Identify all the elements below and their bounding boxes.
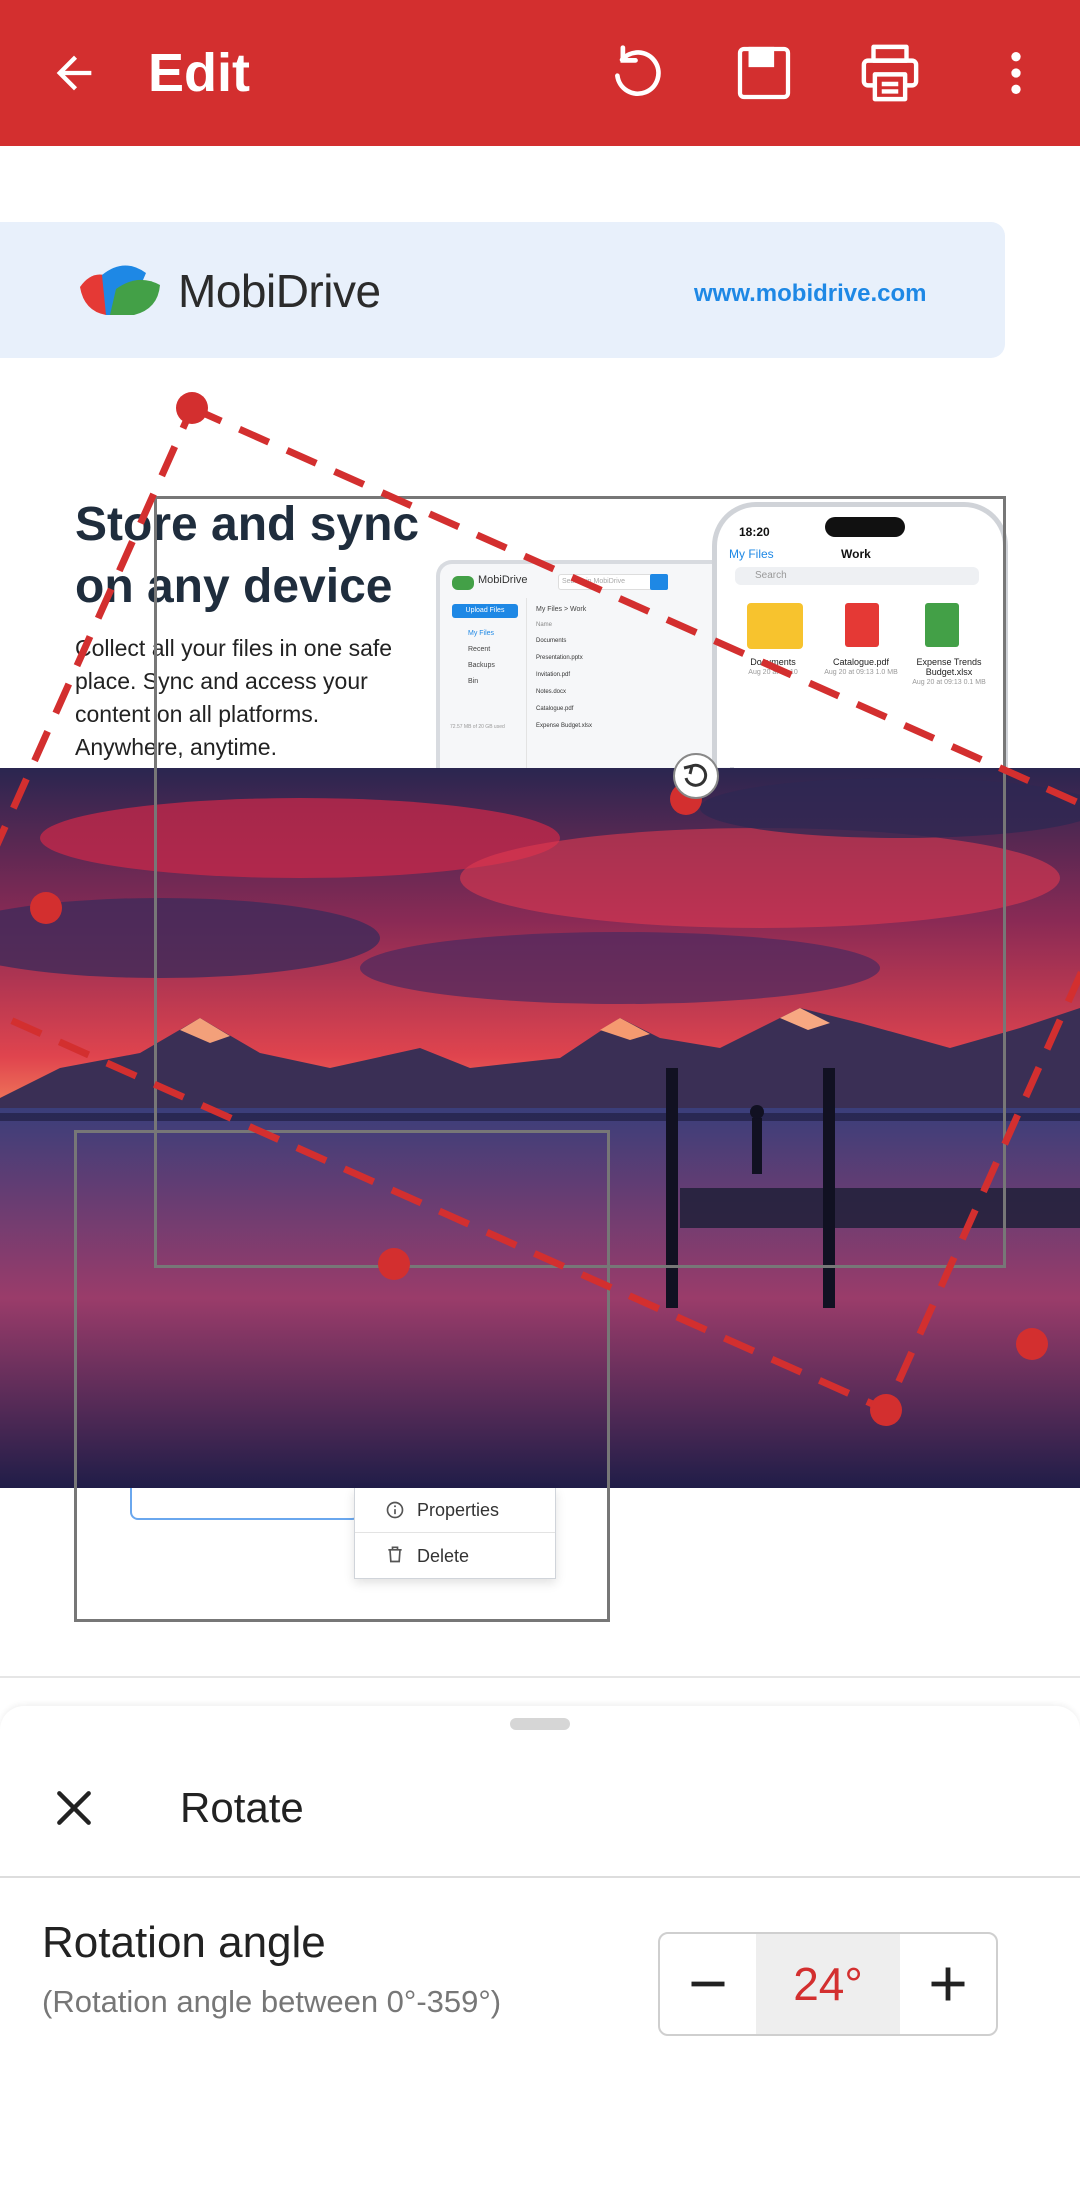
- decrement-button[interactable]: [660, 1934, 756, 2034]
- document-canvas[interactable]: MobiDrive www.mobidrive.com Store and sy…: [0, 146, 1080, 1676]
- plus-icon: [931, 1967, 965, 2001]
- brand-name: MobiDrive: [178, 265, 381, 317]
- close-button[interactable]: [36, 1770, 112, 1846]
- print-icon: [861, 44, 919, 102]
- rotation-value[interactable]: 24°: [756, 1934, 900, 2034]
- save-button[interactable]: [724, 33, 804, 113]
- rotation-stepper: 24°: [658, 1932, 998, 2036]
- more-vert-icon: [1011, 52, 1021, 94]
- website-link[interactable]: www.mobidrive.com: [694, 280, 927, 308]
- resize-handle: [176, 392, 208, 424]
- print-button[interactable]: [850, 33, 930, 113]
- sheet-title: Rotate: [180, 1784, 304, 1831]
- rotate-bottom-sheet: Rotate Rotation angle (Rotation angle be…: [0, 1706, 1080, 2188]
- save-icon: [737, 46, 791, 100]
- minus-icon: [691, 1981, 725, 1987]
- screenshot-object-bounds: [74, 1130, 610, 1622]
- mobidrive-logo-icon: [80, 265, 160, 315]
- sheet-separator: [0, 1676, 1080, 1678]
- increment-button[interactable]: [900, 1934, 996, 2034]
- back-button[interactable]: [34, 33, 114, 113]
- drag-handle[interactable]: [510, 1718, 570, 1730]
- arrow-left-icon: [56, 55, 92, 91]
- rotation-angle-hint: (Rotation angle between 0°-359°): [42, 1984, 502, 2019]
- app-bar: Edit: [0, 0, 1080, 146]
- undo-icon: [615, 45, 661, 97]
- page-title: Edit: [148, 43, 250, 103]
- rotation-angle-label: Rotation angle: [42, 1918, 326, 1967]
- more-options-button[interactable]: [976, 33, 1056, 113]
- close-icon: [57, 1791, 91, 1825]
- undo-button[interactable]: [598, 33, 678, 113]
- divider: [0, 1876, 1080, 1878]
